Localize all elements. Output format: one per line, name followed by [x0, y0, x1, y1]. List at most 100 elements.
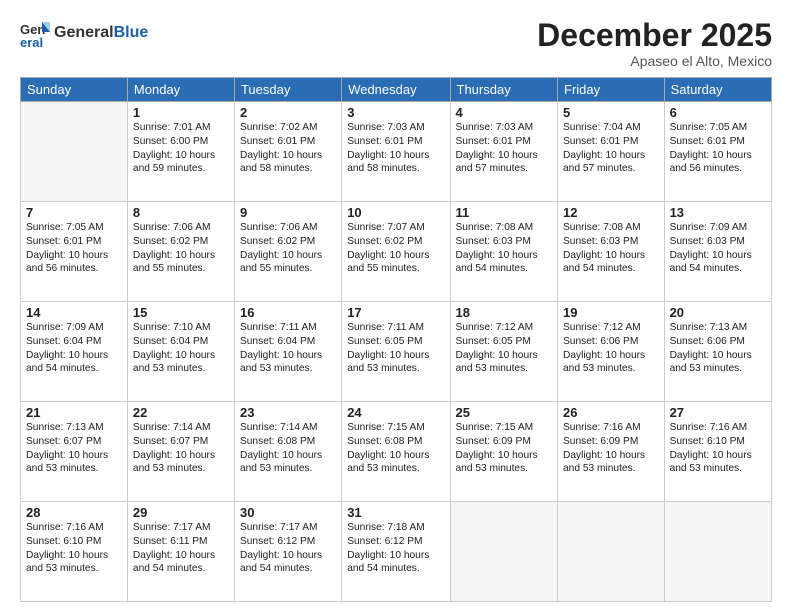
calendar-cell: 14Sunrise: 7:09 AMSunset: 6:04 PMDayligh… [21, 302, 128, 402]
cell-info-line: Daylight: 10 hours [26, 249, 122, 263]
title-block: December 2025 Apaseo el Alto, Mexico [537, 18, 772, 69]
day-number: 2 [240, 105, 336, 120]
cell-info-line: Sunrise: 7:03 AM [456, 121, 553, 135]
day-number: 9 [240, 205, 336, 220]
day-number: 15 [133, 305, 229, 320]
calendar-cell: 18Sunrise: 7:12 AMSunset: 6:05 PMDayligh… [450, 302, 558, 402]
cell-info-line: and 53 minutes. [456, 362, 553, 376]
day-number: 25 [456, 405, 553, 420]
day-number: 20 [670, 305, 766, 320]
logo-text-block: GeneralBlue [54, 24, 148, 42]
cell-info-line: Sunrise: 7:16 AM [563, 421, 659, 435]
svg-text:eral: eral [20, 35, 43, 48]
cell-info-line: Daylight: 10 hours [26, 349, 122, 363]
cell-info-line: Sunset: 6:05 PM [347, 335, 444, 349]
day-number: 24 [347, 405, 444, 420]
day-number: 12 [563, 205, 659, 220]
cell-info-line: Sunset: 6:02 PM [133, 235, 229, 249]
cell-info-line: and 57 minutes. [456, 162, 553, 176]
cell-info-line: Sunset: 6:11 PM [133, 535, 229, 549]
day-header-friday: Friday [558, 78, 665, 102]
calendar-cell [21, 102, 128, 202]
cell-info-line: Daylight: 10 hours [563, 149, 659, 163]
cell-info-line: Daylight: 10 hours [347, 249, 444, 263]
day-number: 26 [563, 405, 659, 420]
day-number: 23 [240, 405, 336, 420]
cell-info-line: Sunrise: 7:11 AM [347, 321, 444, 335]
calendar-week-2: 7Sunrise: 7:05 AMSunset: 6:01 PMDaylight… [21, 202, 772, 302]
cell-info-line: and 57 minutes. [563, 162, 659, 176]
cell-info-line: Sunset: 6:01 PM [347, 135, 444, 149]
day-header-monday: Monday [127, 78, 234, 102]
logo: Gen eral GeneralBlue [20, 18, 148, 48]
cell-info-line: and 53 minutes. [563, 362, 659, 376]
cell-info-line: Daylight: 10 hours [133, 249, 229, 263]
cell-info-line: Sunrise: 7:14 AM [133, 421, 229, 435]
cell-info-line: Sunrise: 7:07 AM [347, 221, 444, 235]
cell-info-line: Sunset: 6:01 PM [26, 235, 122, 249]
cell-info-line: Daylight: 10 hours [133, 149, 229, 163]
day-header-sunday: Sunday [21, 78, 128, 102]
calendar-cell: 23Sunrise: 7:14 AMSunset: 6:08 PMDayligh… [234, 402, 341, 502]
cell-info-line: Sunset: 6:00 PM [133, 135, 229, 149]
day-number: 31 [347, 505, 444, 520]
cell-info-line: and 53 minutes. [347, 462, 444, 476]
cell-info-line: Sunset: 6:08 PM [347, 435, 444, 449]
cell-info-line: Sunrise: 7:01 AM [133, 121, 229, 135]
header: Gen eral GeneralBlue December 2025 Apase… [20, 18, 772, 69]
cell-info-line: and 54 minutes. [563, 262, 659, 276]
cell-info-line: Sunset: 6:07 PM [26, 435, 122, 449]
calendar-table: SundayMondayTuesdayWednesdayThursdayFrid… [20, 77, 772, 602]
day-number: 16 [240, 305, 336, 320]
calendar-week-5: 28Sunrise: 7:16 AMSunset: 6:10 PMDayligh… [21, 502, 772, 602]
cell-info-line: Daylight: 10 hours [347, 449, 444, 463]
location-subtitle: Apaseo el Alto, Mexico [537, 53, 772, 69]
calendar-cell: 21Sunrise: 7:13 AMSunset: 6:07 PMDayligh… [21, 402, 128, 502]
calendar-cell: 25Sunrise: 7:15 AMSunset: 6:09 PMDayligh… [450, 402, 558, 502]
cell-info-line: Sunrise: 7:15 AM [456, 421, 553, 435]
cell-info-line: Daylight: 10 hours [240, 549, 336, 563]
calendar-cell: 11Sunrise: 7:08 AMSunset: 6:03 PMDayligh… [450, 202, 558, 302]
day-number: 1 [133, 105, 229, 120]
calendar-cell: 13Sunrise: 7:09 AMSunset: 6:03 PMDayligh… [664, 202, 771, 302]
calendar-cell: 16Sunrise: 7:11 AMSunset: 6:04 PMDayligh… [234, 302, 341, 402]
cell-info-line: and 53 minutes. [563, 462, 659, 476]
calendar-cell: 20Sunrise: 7:13 AMSunset: 6:06 PMDayligh… [664, 302, 771, 402]
calendar-cell: 7Sunrise: 7:05 AMSunset: 6:01 PMDaylight… [21, 202, 128, 302]
cell-info-line: Sunset: 6:01 PM [456, 135, 553, 149]
cell-info-line: Sunrise: 7:12 AM [563, 321, 659, 335]
calendar-cell: 1Sunrise: 7:01 AMSunset: 6:00 PMDaylight… [127, 102, 234, 202]
cell-info-line: Daylight: 10 hours [456, 249, 553, 263]
cell-info-line: Sunset: 6:12 PM [240, 535, 336, 549]
cell-info-line: Sunrise: 7:12 AM [456, 321, 553, 335]
cell-info-line: Daylight: 10 hours [563, 349, 659, 363]
cell-info-line: Daylight: 10 hours [347, 549, 444, 563]
cell-info-line: and 53 minutes. [240, 462, 336, 476]
day-number: 21 [26, 405, 122, 420]
day-number: 10 [347, 205, 444, 220]
cell-info-line: Sunset: 6:01 PM [563, 135, 659, 149]
cell-info-line: Sunset: 6:04 PM [240, 335, 336, 349]
cell-info-line: Daylight: 10 hours [240, 149, 336, 163]
calendar-cell: 9Sunrise: 7:06 AMSunset: 6:02 PMDaylight… [234, 202, 341, 302]
cell-info-line: Sunset: 6:09 PM [456, 435, 553, 449]
calendar-cell: 31Sunrise: 7:18 AMSunset: 6:12 PMDayligh… [342, 502, 450, 602]
cell-info-line: Daylight: 10 hours [456, 449, 553, 463]
cell-info-line: and 53 minutes. [26, 462, 122, 476]
day-number: 27 [670, 405, 766, 420]
cell-info-line: Daylight: 10 hours [563, 449, 659, 463]
cell-info-line: and 53 minutes. [133, 362, 229, 376]
cell-info-line: and 54 minutes. [133, 562, 229, 576]
calendar-cell [450, 502, 558, 602]
logo-general: General [54, 24, 114, 41]
cell-info-line: Sunset: 6:04 PM [26, 335, 122, 349]
cell-info-line: Sunrise: 7:14 AM [240, 421, 336, 435]
cell-info-line: Sunrise: 7:09 AM [26, 321, 122, 335]
calendar-cell: 26Sunrise: 7:16 AMSunset: 6:09 PMDayligh… [558, 402, 665, 502]
cell-info-line: Sunrise: 7:02 AM [240, 121, 336, 135]
day-number: 13 [670, 205, 766, 220]
day-number: 17 [347, 305, 444, 320]
calendar-cell: 30Sunrise: 7:17 AMSunset: 6:12 PMDayligh… [234, 502, 341, 602]
cell-info-line: Sunset: 6:06 PM [670, 335, 766, 349]
cell-info-line: Sunset: 6:02 PM [240, 235, 336, 249]
